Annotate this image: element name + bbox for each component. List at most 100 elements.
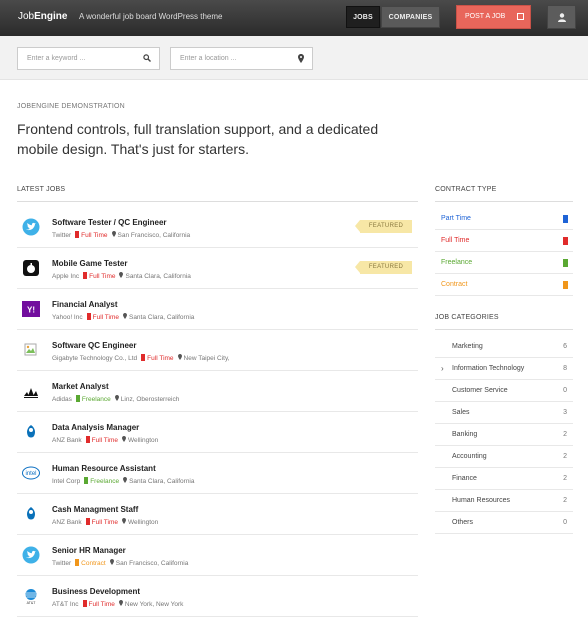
job-location: Santa Clara, California [125,273,191,280]
job-type[interactable]: Full Time [93,314,119,321]
twitter-logo-icon[interactable] [22,546,40,564]
job-title[interactable]: Data Analysis Manager [52,423,139,432]
location-placeholder: Enter a location ... [180,55,237,62]
job-type[interactable]: Full Time [81,232,107,239]
job-type[interactable]: Full Time [92,519,118,526]
job-title[interactable]: Human Resource Assistant [52,464,156,473]
job-row[interactable]: Y! Financial Analyst Yahoo! Inc Full Time Sa… [17,289,418,330]
contract-type-item[interactable]: Full Time [435,230,573,252]
job-company[interactable]: Twitter [52,560,71,567]
anz-logo-icon[interactable] [22,505,40,523]
twitter-logo-icon[interactable] [22,218,40,236]
job-location: Wellington [128,519,159,526]
location-pin-icon [109,559,114,567]
job-row[interactable]: Cash Managment Staff ANZ Bank Full Time Wel… [17,494,418,535]
job-row[interactable]: intel Human Resource Assistant Intel Corp F… [17,453,418,494]
intel-logo-icon[interactable]: intel [22,464,40,482]
job-row[interactable]: Market Analyst Adidas Freelance Linz, Obero… [17,371,418,412]
job-type[interactable]: Freelance [90,478,119,485]
keyword-search-input[interactable]: Enter a keyword ... [17,47,160,70]
site-logo[interactable]: JobEngine [18,11,67,22]
job-row[interactable]: Mobile Game Tester Apple Inc Full Time Sant… [17,248,418,289]
job-company[interactable]: AT&T Inc [52,601,79,608]
divider [435,329,573,330]
bookmark-flag-icon [563,281,568,289]
svg-text:intel: intel [25,471,36,477]
job-title[interactable]: Mobile Game Tester [52,259,127,268]
job-title[interactable]: Market Analyst [52,382,109,391]
job-type[interactable]: Contract [81,560,106,567]
job-row[interactable]: Software Tester / QC Engineer Twitter Full… [17,207,418,248]
category-label: Banking [452,431,478,438]
nav-companies-button[interactable]: COMPANIES [381,6,440,28]
bookmark-flag-icon [563,259,568,267]
contract-type-item[interactable]: Contract [435,274,573,296]
contract-flag-icon [83,272,88,279]
job-type[interactable]: Full Time [89,273,115,280]
divider [435,201,573,202]
job-company[interactable]: Yahoo! Inc [52,314,83,321]
job-title[interactable]: Software QC Engineer [52,341,136,350]
location-search-input[interactable]: Enter a location ... [170,47,313,70]
post-job-button[interactable]: POST A JOB [456,5,531,29]
job-row[interactable]: Software QC Engineer Gigabyte Technology … [17,330,418,371]
job-category-item[interactable]: Marketing 6 [435,336,573,358]
job-company[interactable]: Gigabyte Technology Co., Ltd [52,355,137,362]
user-account-button[interactable] [547,5,576,29]
job-company[interactable]: Intel Corp [52,478,80,485]
job-category-item[interactable]: › Information Technology 8 [435,358,573,380]
broken-image-icon[interactable] [22,341,40,359]
nav-jobs-button[interactable]: JOBS [346,6,380,28]
svg-text:AT&T: AT&T [27,601,37,605]
job-type[interactable]: Full Time [89,601,115,608]
location-pin-icon[interactable] [298,54,304,63]
search-icon[interactable] [143,54,151,62]
job-company[interactable]: Apple Inc [52,273,79,280]
job-title[interactable]: Software Tester / QC Engineer [52,218,167,227]
keyword-placeholder: Enter a keyword ... [27,55,86,62]
job-category-item[interactable]: Sales 3 [435,402,573,424]
job-title[interactable]: Business Development [52,587,140,596]
att-logo-icon[interactable]: AT&T [22,587,40,605]
bookmark-flag-icon [563,215,568,223]
job-company[interactable]: Adidas [52,396,72,403]
chevron-right-icon[interactable]: › [441,358,444,380]
apple-logo-icon[interactable] [22,259,40,277]
category-count: 2 [563,431,567,438]
category-label: Customer Service [452,387,508,394]
job-type[interactable]: Freelance [82,396,111,403]
job-category-item[interactable]: Human Resources 2 [435,490,573,512]
latest-jobs-heading: LATEST JOBS [17,186,66,193]
job-meta: Gigabyte Technology Co., Ltd Full Time New… [52,354,230,362]
job-category-item[interactable]: Customer Service 0 [435,380,573,402]
contract-type-item[interactable]: Part Time [435,208,573,230]
job-meta: Twitter Contract San Francisco, California [52,559,188,567]
external-link-icon [517,13,524,20]
job-company[interactable]: Twitter [52,232,71,239]
job-location: New Taipei City, [183,355,230,362]
yahoo-logo-icon[interactable]: Y! [22,300,40,318]
contract-flag-icon [75,559,80,566]
job-row[interactable]: AT&T Business Development AT&T Inc Full Tim… [17,576,418,617]
contract-type-item[interactable]: Freelance [435,252,573,274]
job-category-item[interactable]: Accounting 2 [435,446,573,468]
job-title[interactable]: Senior HR Manager [52,546,126,555]
job-category-item[interactable]: Banking 2 [435,424,573,446]
job-type[interactable]: Full Time [147,355,173,362]
location-pin-icon [122,518,126,526]
job-category-item[interactable]: Finance 2 [435,468,573,490]
job-row[interactable]: Senior HR Manager Twitter Contract San Fran… [17,535,418,576]
svg-text:Y!: Y! [27,306,35,315]
job-category-item[interactable]: Others 0 [435,512,573,534]
anz-logo-icon[interactable] [22,423,40,441]
job-type[interactable]: Full Time [92,437,118,444]
job-company[interactable]: ANZ Bank [52,519,82,526]
job-meta: Apple Inc Full Time Santa Clara, Californi… [52,272,191,280]
job-title[interactable]: Financial Analyst [52,300,118,309]
adidas-logo-icon[interactable] [22,382,40,400]
contract-type-label: Contract [441,281,468,288]
job-company[interactable]: ANZ Bank [52,437,82,444]
job-row[interactable]: Data Analysis Manager ANZ Bank Full Time We… [17,412,418,453]
job-categories-heading: JOB CATEGORIES [435,314,499,321]
job-title[interactable]: Cash Managment Staff [52,505,138,514]
